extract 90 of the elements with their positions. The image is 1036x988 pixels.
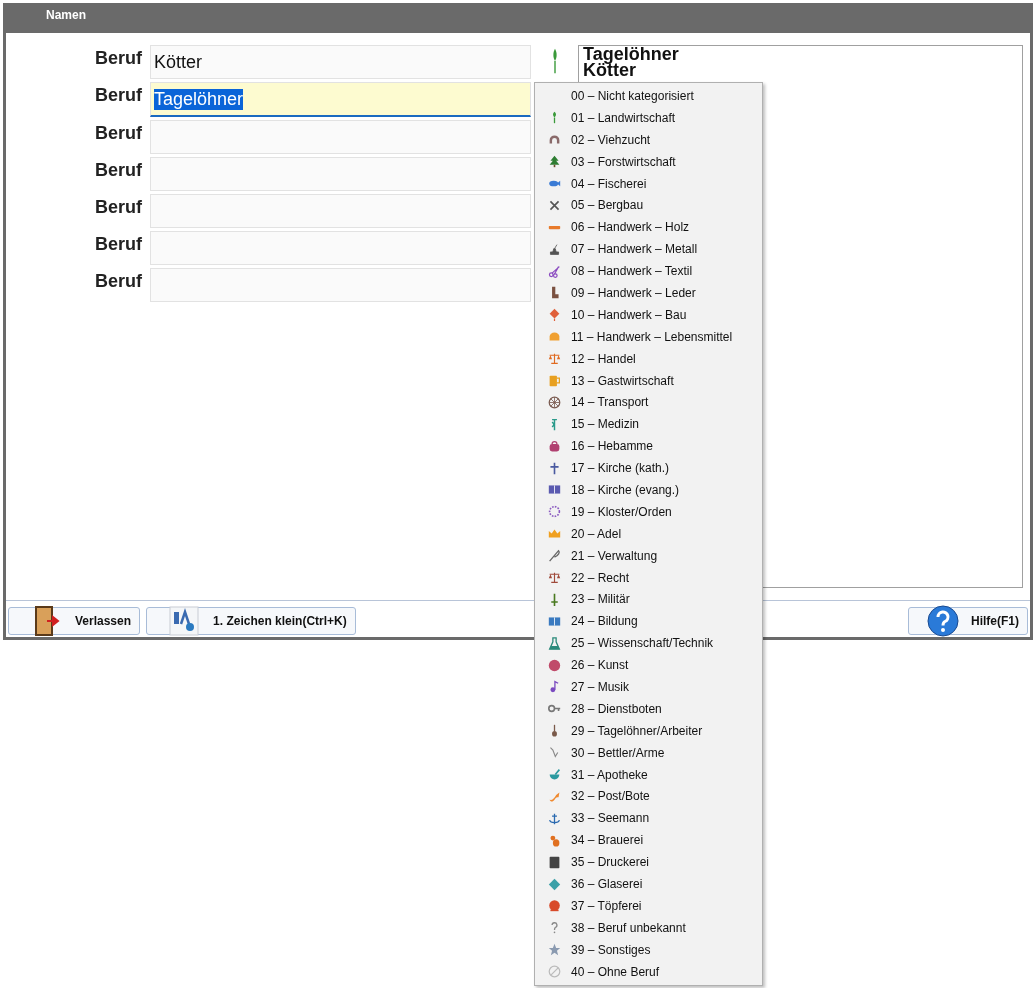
list-item[interactable]: 11 – Handwerk – Lebensmittel	[535, 325, 762, 348]
list-item[interactable]: 13 – Gastwirtschaft	[535, 369, 762, 392]
list-item[interactable]: 00 – Nicht kategorisiert	[535, 85, 762, 107]
list-item[interactable]: 16 – Hebamme	[535, 435, 762, 458]
help-button[interactable]: Hilfe(F1)	[908, 606, 1028, 635]
list-item[interactable]: 37 – Töpferei	[535, 894, 762, 917]
anvil-icon	[548, 242, 561, 256]
list-item[interactable]: 19 – Kloster/Orden	[535, 500, 762, 523]
crossed-tools-icon	[548, 198, 561, 212]
text-field[interactable]	[150, 120, 531, 154]
text-field[interactable]	[150, 194, 531, 228]
exit-button[interactable]: Verlassen	[8, 606, 141, 635]
field-label: Beruf	[94, 270, 142, 292]
text-field[interactable]	[150, 268, 531, 302]
crown-icon	[548, 527, 561, 541]
cross-icon	[548, 461, 561, 475]
text-field[interactable]: Tagelöhner	[150, 82, 531, 117]
mortar-icon	[548, 768, 561, 782]
font-case-icon	[169, 605, 200, 636]
list-item[interactable]: 32 – Post/Bote	[535, 785, 762, 808]
list-item[interactable]: 30 – Bettler/Arme	[535, 741, 762, 764]
pot-icon	[548, 899, 561, 913]
field-label: Beruf	[94, 196, 142, 218]
list-item[interactable]: 04 – Fischerei	[535, 172, 762, 195]
text-field[interactable]	[150, 231, 531, 265]
list-item[interactable]: 33 – Seemann	[535, 807, 762, 830]
tree-icon	[548, 155, 561, 169]
scissors-icon	[548, 264, 561, 278]
field-label: Beruf	[94, 47, 142, 69]
window-title: Namen	[46, 8, 86, 22]
list-item[interactable]: 24 – Bildung	[535, 610, 762, 633]
bread-icon	[548, 330, 561, 344]
list-item[interactable]: 29 – Tagelöhner/Arbeiter	[535, 719, 762, 742]
list-item[interactable]: 39 – Sonstiges	[535, 938, 762, 961]
list-item[interactable]: 18 – Kirche (evang.)	[535, 479, 762, 501]
list-item[interactable]: 15 – Medizin	[535, 413, 762, 436]
bag-icon	[548, 439, 561, 453]
list-item[interactable]: 14 – Transport	[535, 391, 762, 414]
list-item[interactable]: 31 – Apotheke	[535, 763, 762, 786]
field-label: Beruf	[94, 122, 142, 144]
scale-icon	[548, 571, 561, 585]
lowercase-button[interactable]: 1. Zeichen klein(Ctrl+K)	[146, 606, 356, 635]
mug-icon	[548, 374, 561, 387]
preview-line: Kötter	[583, 62, 636, 78]
list-item[interactable]: 25 – Wissenschaft/Technik	[535, 632, 762, 655]
help-icon	[927, 604, 959, 637]
no-entry-icon	[548, 965, 561, 979]
list-item[interactable]: 01 – Landwirtschaft	[535, 106, 762, 129]
quill-icon	[548, 549, 561, 563]
field-label: Beruf	[94, 233, 142, 255]
music-note-icon	[548, 680, 561, 694]
list-item[interactable]: 09 – Handwerk – Leder	[535, 282, 762, 304]
ring-icon	[548, 505, 561, 519]
flask-icon	[548, 636, 561, 650]
field-label: Beruf	[94, 159, 142, 181]
horseshoe-icon	[548, 133, 561, 147]
list-item[interactable]: 23 – Militär	[535, 588, 762, 611]
anchor-icon	[548, 811, 561, 825]
list-item[interactable]: 06 – Handwerk – Holz	[535, 216, 762, 239]
list-item[interactable]: 26 – Kunst	[535, 654, 762, 677]
list-item[interactable]: 05 – Bergbau	[535, 194, 762, 217]
wheel-icon	[548, 395, 561, 409]
preview-line: Tagelöhner	[583, 46, 680, 62]
sword-icon	[548, 592, 561, 606]
text-field[interactable]: Kötter	[150, 45, 531, 79]
list-item[interactable]: 22 – Recht	[535, 566, 762, 589]
list-item[interactable]: 27 – Musik	[535, 676, 762, 698]
book-icon	[548, 614, 561, 628]
list-item[interactable]: 02 – Viehzucht	[535, 128, 762, 151]
list-item[interactable]: 40 – Ohne Beruf	[535, 960, 762, 983]
list-item[interactable]: 36 – Glaserei	[535, 873, 762, 895]
list-item[interactable]: 34 – Brauerei	[535, 829, 762, 852]
star-icon	[548, 943, 561, 957]
list-item[interactable]: 17 – Kirche (kath.)	[535, 457, 762, 480]
list-item[interactable]: 03 – Forstwirtschaft	[535, 150, 762, 173]
list-item[interactable]: 38 – Beruf unbekannt	[535, 916, 762, 939]
list-item[interactable]: 10 – Handwerk – Bau	[535, 303, 762, 326]
list-item[interactable]: 35 – Druckerei	[535, 851, 762, 874]
scale-icon	[548, 352, 561, 366]
field-label: Beruf	[94, 85, 142, 106]
list-item[interactable]: 07 – Handwerk – Metall	[535, 238, 762, 261]
list-item[interactable]: 28 – Dienstboten	[535, 697, 762, 720]
book-icon	[548, 483, 561, 497]
list-item[interactable]: 20 – Adel	[535, 522, 762, 545]
list-item[interactable]: 12 – Handel	[535, 347, 762, 370]
diamond-icon	[548, 877, 561, 891]
trowel-icon	[548, 308, 561, 322]
text-field[interactable]	[150, 157, 531, 191]
list-item[interactable]: 21 – Verwaltung	[535, 544, 762, 567]
list-item[interactable]: 08 – Handwerk – Textil	[535, 260, 762, 282]
